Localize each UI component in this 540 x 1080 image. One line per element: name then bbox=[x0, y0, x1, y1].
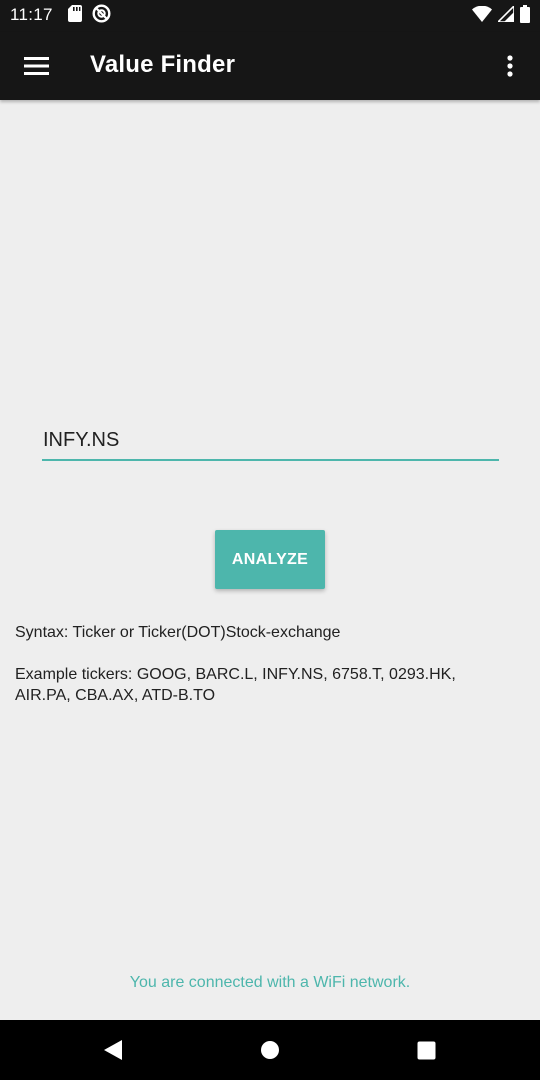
wifi-icon bbox=[472, 5, 492, 27]
more-vert-icon[interactable] bbox=[488, 44, 532, 88]
app-bar: Value Finder bbox=[0, 32, 540, 100]
sd-card-icon bbox=[68, 5, 82, 27]
status-right-icons bbox=[472, 3, 530, 28]
status-time: 11:17 bbox=[10, 5, 53, 24]
no-data-saver-icon bbox=[92, 4, 111, 28]
example-tickers-text: Example tickers: GOOG, BARC.L, INFY.NS, … bbox=[15, 666, 456, 704]
wifi-status-text: You are connected with a WiFi network. bbox=[129, 974, 411, 991]
back-icon[interactable] bbox=[93, 1030, 133, 1070]
status-bar: 11:17 bbox=[0, 0, 540, 32]
system-nav-bar bbox=[0, 1020, 540, 1080]
ticker-field bbox=[42, 422, 499, 461]
battery-icon bbox=[520, 4, 530, 28]
app-screen: 11:17 Value Finder INFY.NS ANALYZE Synta… bbox=[0, 0, 540, 1080]
recents-icon[interactable] bbox=[406, 1030, 446, 1070]
analyze-button[interactable]: ANALYZE bbox=[215, 530, 325, 589]
syntax-text: Syntax: Ticker or Ticker(DOT)Stock-excha… bbox=[15, 624, 341, 641]
hamburger-menu-icon[interactable] bbox=[14, 44, 58, 88]
ticker-input[interactable] bbox=[42, 422, 499, 461]
cell-signal-icon bbox=[496, 3, 515, 27]
app-title: Value Finder bbox=[90, 51, 236, 78]
status-left-icons bbox=[68, 4, 111, 28]
home-icon[interactable] bbox=[250, 1030, 290, 1070]
